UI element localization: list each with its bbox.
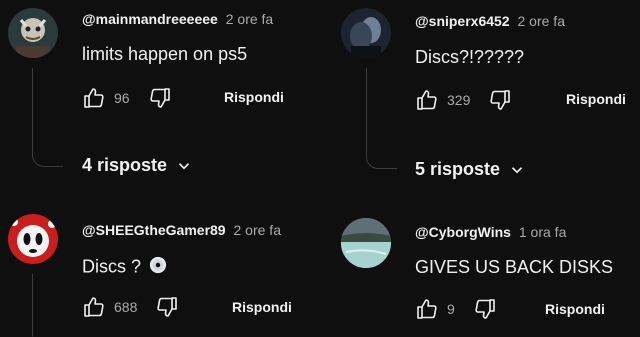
like-count: 9 [447,301,455,317]
username[interactable]: @mainmandreeeeee [82,11,218,27]
optical-disc-emoji [149,256,167,279]
username[interactable]: @CyborgWins [415,224,511,240]
timestamp[interactable]: 2 ore fa [234,222,281,238]
replies-toggle[interactable]: 5 risposte [415,159,526,180]
comment-text: Discs?!????? [415,47,525,67]
comment-text: limits happen on ps5 [82,44,248,64]
comment-header: @mainmandreeeeee 2 ore fa [82,11,273,27]
avatar[interactable] [341,8,391,58]
reply-button[interactable]: Rispondi [224,89,284,105]
thumbs-up-icon[interactable] [82,86,106,110]
comment-actions: 329 [415,88,512,112]
comment-actions: 96 [82,86,172,110]
avatar[interactable] [8,8,58,58]
thumbs-up-icon[interactable] [415,88,439,112]
thumbs-down-icon[interactable] [488,88,512,112]
avatar[interactable] [341,218,391,268]
comment-header: @sniperx6452 2 ore fa [415,13,565,29]
reply-button[interactable]: Rispondi [232,299,292,315]
replies-toggle[interactable]: 4 risposte [82,155,193,176]
thumbs-up-icon[interactable] [415,297,439,321]
thumbs-up-icon[interactable] [82,295,106,319]
comment-text: Discs ? [82,256,167,279]
timestamp[interactable]: 2 ore fa [518,13,565,29]
thumbs-down-icon[interactable] [155,295,179,319]
chevron-down-icon [178,162,190,169]
comment-text: GIVES US BACK DISKS [415,257,614,277]
username[interactable]: @SHEEGtheGamer89 [82,222,226,238]
reply-button[interactable]: Rispondi [566,91,626,107]
thread-line [366,68,397,169]
thread-line [32,68,63,167]
username[interactable]: @sniperx6452 [415,13,510,29]
timestamp[interactable]: 2 ore fa [226,11,273,27]
comment-text-content: Discs ? [82,256,142,277]
chevron-down-icon [511,166,523,173]
replies-count: 4 risposte [82,155,168,175]
thumbs-down-icon[interactable] [148,86,172,110]
comment-header: @SHEEGtheGamer89 2 ore fa [82,222,281,238]
comment-header: @CyborgWins 1 ora fa [415,224,566,240]
like-count: 688 [114,299,138,315]
comment-actions: 688 [82,295,179,319]
like-count: 329 [447,92,471,108]
comment-actions: 9 [415,297,497,321]
thread-line [32,274,34,337]
thumbs-down-icon[interactable] [473,297,497,321]
timestamp[interactable]: 1 ora fa [519,224,566,240]
like-count: 96 [114,90,130,106]
avatar[interactable] [8,214,58,264]
replies-count: 5 risposte [415,159,501,179]
reply-button[interactable]: Rispondi [545,301,605,317]
